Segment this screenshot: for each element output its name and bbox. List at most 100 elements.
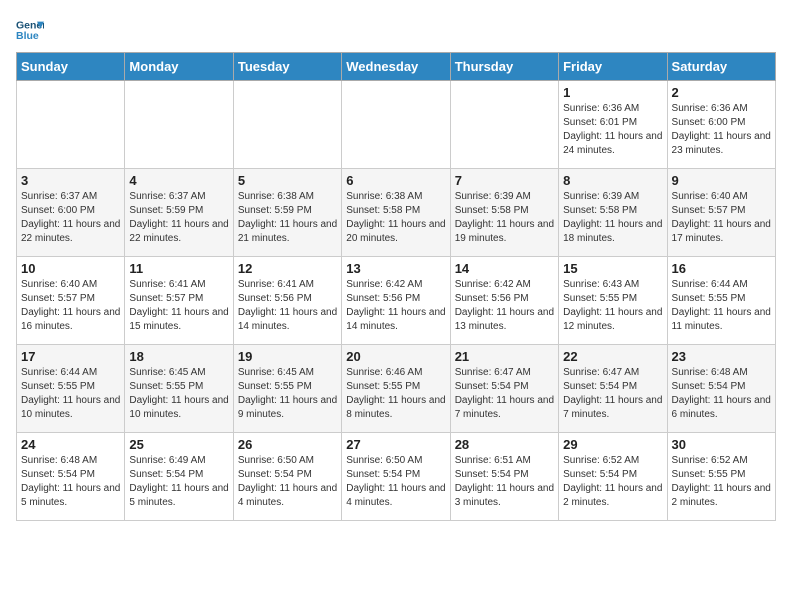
calendar-cell: 21 Sunrise: 6:47 AM Sunset: 5:54 PM Dayli… [450, 345, 558, 433]
calendar-cell: 8 Sunrise: 6:39 AM Sunset: 5:58 PM Daylig… [559, 169, 667, 257]
calendar-week-5: 24 Sunrise: 6:48 AM Sunset: 5:54 PM Dayli… [17, 433, 776, 521]
calendar-table: SundayMondayTuesdayWednesdayThursdayFrid… [16, 52, 776, 521]
calendar-cell [233, 81, 341, 169]
day-number: 30 [672, 437, 771, 452]
day-number: 25 [129, 437, 228, 452]
day-number: 21 [455, 349, 554, 364]
calendar-cell: 15Sunrise: 6:43 AM Sunset: 5:55 PM Dayli… [559, 257, 667, 345]
calendar-cell: 24 Sunrise: 6:48 AM Sunset: 5:54 PM Dayli… [17, 433, 125, 521]
calendar-cell: 14 Sunrise: 6:42 AM Sunset: 5:56 PM Dayli… [450, 257, 558, 345]
day-number: 12 [238, 261, 337, 276]
cell-info: Sunrise: 6:47 AM Sunset: 5:54 PM Dayligh… [455, 366, 554, 422]
day-number: 16 [672, 261, 771, 276]
cell-info: Sunrise: 6:49 AM Sunset: 5:54 PM Dayligh… [129, 454, 228, 510]
cell-info: Sunrise: 6:47 AM Sunset: 5:54 PM Dayligh… [563, 366, 662, 422]
cell-info: Sunrise: 6:39 AM Sunset: 5:58 PM Dayligh… [563, 190, 662, 246]
calendar-cell: 19Sunrise: 6:45 AM Sunset: 5:55 PM Dayli… [233, 345, 341, 433]
logo-icon: General Blue [16, 16, 44, 44]
cell-info: Sunrise: 6:39 AM Sunset: 5:58 PM Dayligh… [455, 190, 554, 246]
calendar-cell: 20 Sunrise: 6:46 AM Sunset: 5:55 PM Dayli… [342, 345, 450, 433]
day-number: 26 [238, 437, 337, 452]
day-number: 7 [455, 173, 554, 188]
day-number: 10 [21, 261, 120, 276]
calendar-cell: 29 Sunrise: 6:52 AM Sunset: 5:54 PM Dayli… [559, 433, 667, 521]
calendar-cell: 4 Sunrise: 6:37 AM Sunset: 5:59 PM Daylig… [125, 169, 233, 257]
cell-info: Sunrise: 6:48 AM Sunset: 5:54 PM Dayligh… [21, 454, 120, 510]
calendar-cell: 17Sunrise: 6:44 AM Sunset: 5:55 PM Dayli… [17, 345, 125, 433]
cell-info: Sunrise: 6:42 AM Sunset: 5:56 PM Dayligh… [346, 278, 445, 334]
cell-info: Sunrise: 6:38 AM Sunset: 5:58 PM Dayligh… [346, 190, 445, 246]
cell-info: Sunrise: 6:36 AM Sunset: 6:01 PM Dayligh… [563, 102, 662, 158]
day-number: 6 [346, 173, 445, 188]
calendar-cell: 2 Sunrise: 6:36 AM Sunset: 6:00 PM Daylig… [667, 81, 775, 169]
calendar-cell [450, 81, 558, 169]
calendar-cell: 30 Sunrise: 6:52 AM Sunset: 5:55 PM Dayli… [667, 433, 775, 521]
day-number: 24 [21, 437, 120, 452]
calendar-cell: 7 Sunrise: 6:39 AM Sunset: 5:58 PM Daylig… [450, 169, 558, 257]
col-header-tuesday: Tuesday [233, 53, 341, 81]
day-number: 13 [346, 261, 445, 276]
page-header: General Blue [16, 16, 776, 44]
calendar-cell: 12 Sunrise: 6:41 AM Sunset: 5:56 PM Dayli… [233, 257, 341, 345]
day-number: 9 [672, 173, 771, 188]
cell-info: Sunrise: 6:52 AM Sunset: 5:55 PM Dayligh… [672, 454, 771, 510]
day-number: 29 [563, 437, 662, 452]
calendar-cell [125, 81, 233, 169]
day-number: 14 [455, 261, 554, 276]
cell-info: Sunrise: 6:45 AM Sunset: 5:55 PM Dayligh… [238, 366, 337, 422]
calendar-week-3: 10Sunrise: 6:40 AM Sunset: 5:57 PM Dayli… [17, 257, 776, 345]
cell-info: Sunrise: 6:50 AM Sunset: 5:54 PM Dayligh… [238, 454, 337, 510]
logo: General Blue [16, 16, 44, 44]
col-header-monday: Monday [125, 53, 233, 81]
cell-info: Sunrise: 6:38 AM Sunset: 5:59 PM Dayligh… [238, 190, 337, 246]
day-number: 20 [346, 349, 445, 364]
day-number: 8 [563, 173, 662, 188]
calendar-week-1: 1 Sunrise: 6:36 AM Sunset: 6:01 PM Daylig… [17, 81, 776, 169]
cell-info: Sunrise: 6:51 AM Sunset: 5:54 PM Dayligh… [455, 454, 554, 510]
cell-info: Sunrise: 6:42 AM Sunset: 5:56 PM Dayligh… [455, 278, 554, 334]
day-number: 5 [238, 173, 337, 188]
cell-info: Sunrise: 6:40 AM Sunset: 5:57 PM Dayligh… [672, 190, 771, 246]
cell-info: Sunrise: 6:50 AM Sunset: 5:54 PM Dayligh… [346, 454, 445, 510]
calendar-cell: 1 Sunrise: 6:36 AM Sunset: 6:01 PM Daylig… [559, 81, 667, 169]
col-header-wednesday: Wednesday [342, 53, 450, 81]
calendar-cell: 3 Sunrise: 6:37 AM Sunset: 6:00 PM Daylig… [17, 169, 125, 257]
calendar-cell: 13 Sunrise: 6:42 AM Sunset: 5:56 PM Dayli… [342, 257, 450, 345]
calendar-cell: 9 Sunrise: 6:40 AM Sunset: 5:57 PM Daylig… [667, 169, 775, 257]
calendar-week-2: 3 Sunrise: 6:37 AM Sunset: 6:00 PM Daylig… [17, 169, 776, 257]
day-number: 4 [129, 173, 228, 188]
cell-info: Sunrise: 6:52 AM Sunset: 5:54 PM Dayligh… [563, 454, 662, 510]
cell-info: Sunrise: 6:48 AM Sunset: 5:54 PM Dayligh… [672, 366, 771, 422]
cell-info: Sunrise: 6:45 AM Sunset: 5:55 PM Dayligh… [129, 366, 228, 422]
calendar-cell: 27 Sunrise: 6:50 AM Sunset: 5:54 PM Dayli… [342, 433, 450, 521]
calendar-header-row: SundayMondayTuesdayWednesdayThursdayFrid… [17, 53, 776, 81]
day-number: 18 [129, 349, 228, 364]
cell-info: Sunrise: 6:44 AM Sunset: 5:55 PM Dayligh… [21, 366, 120, 422]
calendar-cell [17, 81, 125, 169]
calendar-cell: 10Sunrise: 6:40 AM Sunset: 5:57 PM Dayli… [17, 257, 125, 345]
day-number: 22 [563, 349, 662, 364]
calendar-cell: 16 Sunrise: 6:44 AM Sunset: 5:55 PM Dayli… [667, 257, 775, 345]
cell-info: Sunrise: 6:41 AM Sunset: 5:56 PM Dayligh… [238, 278, 337, 334]
calendar-week-4: 17Sunrise: 6:44 AM Sunset: 5:55 PM Dayli… [17, 345, 776, 433]
cell-info: Sunrise: 6:41 AM Sunset: 5:57 PM Dayligh… [129, 278, 228, 334]
cell-info: Sunrise: 6:37 AM Sunset: 6:00 PM Dayligh… [21, 190, 120, 246]
calendar-cell: 11 Sunrise: 6:41 AM Sunset: 5:57 PM Dayli… [125, 257, 233, 345]
day-number: 2 [672, 85, 771, 100]
calendar-cell: 18 Sunrise: 6:45 AM Sunset: 5:55 PM Dayli… [125, 345, 233, 433]
day-number: 11 [129, 261, 228, 276]
calendar-cell: 25 Sunrise: 6:49 AM Sunset: 5:54 PM Dayli… [125, 433, 233, 521]
calendar-cell: 23Sunrise: 6:48 AM Sunset: 5:54 PM Dayli… [667, 345, 775, 433]
day-number: 1 [563, 85, 662, 100]
col-header-saturday: Saturday [667, 53, 775, 81]
cell-info: Sunrise: 6:46 AM Sunset: 5:55 PM Dayligh… [346, 366, 445, 422]
calendar-cell [342, 81, 450, 169]
cell-info: Sunrise: 6:37 AM Sunset: 5:59 PM Dayligh… [129, 190, 228, 246]
svg-text:Blue: Blue [16, 30, 39, 42]
cell-info: Sunrise: 6:36 AM Sunset: 6:00 PM Dayligh… [672, 102, 771, 158]
day-number: 28 [455, 437, 554, 452]
cell-info: Sunrise: 6:44 AM Sunset: 5:55 PM Dayligh… [672, 278, 771, 334]
calendar-body: 1 Sunrise: 6:36 AM Sunset: 6:01 PM Daylig… [17, 81, 776, 521]
day-number: 27 [346, 437, 445, 452]
day-number: 3 [21, 173, 120, 188]
